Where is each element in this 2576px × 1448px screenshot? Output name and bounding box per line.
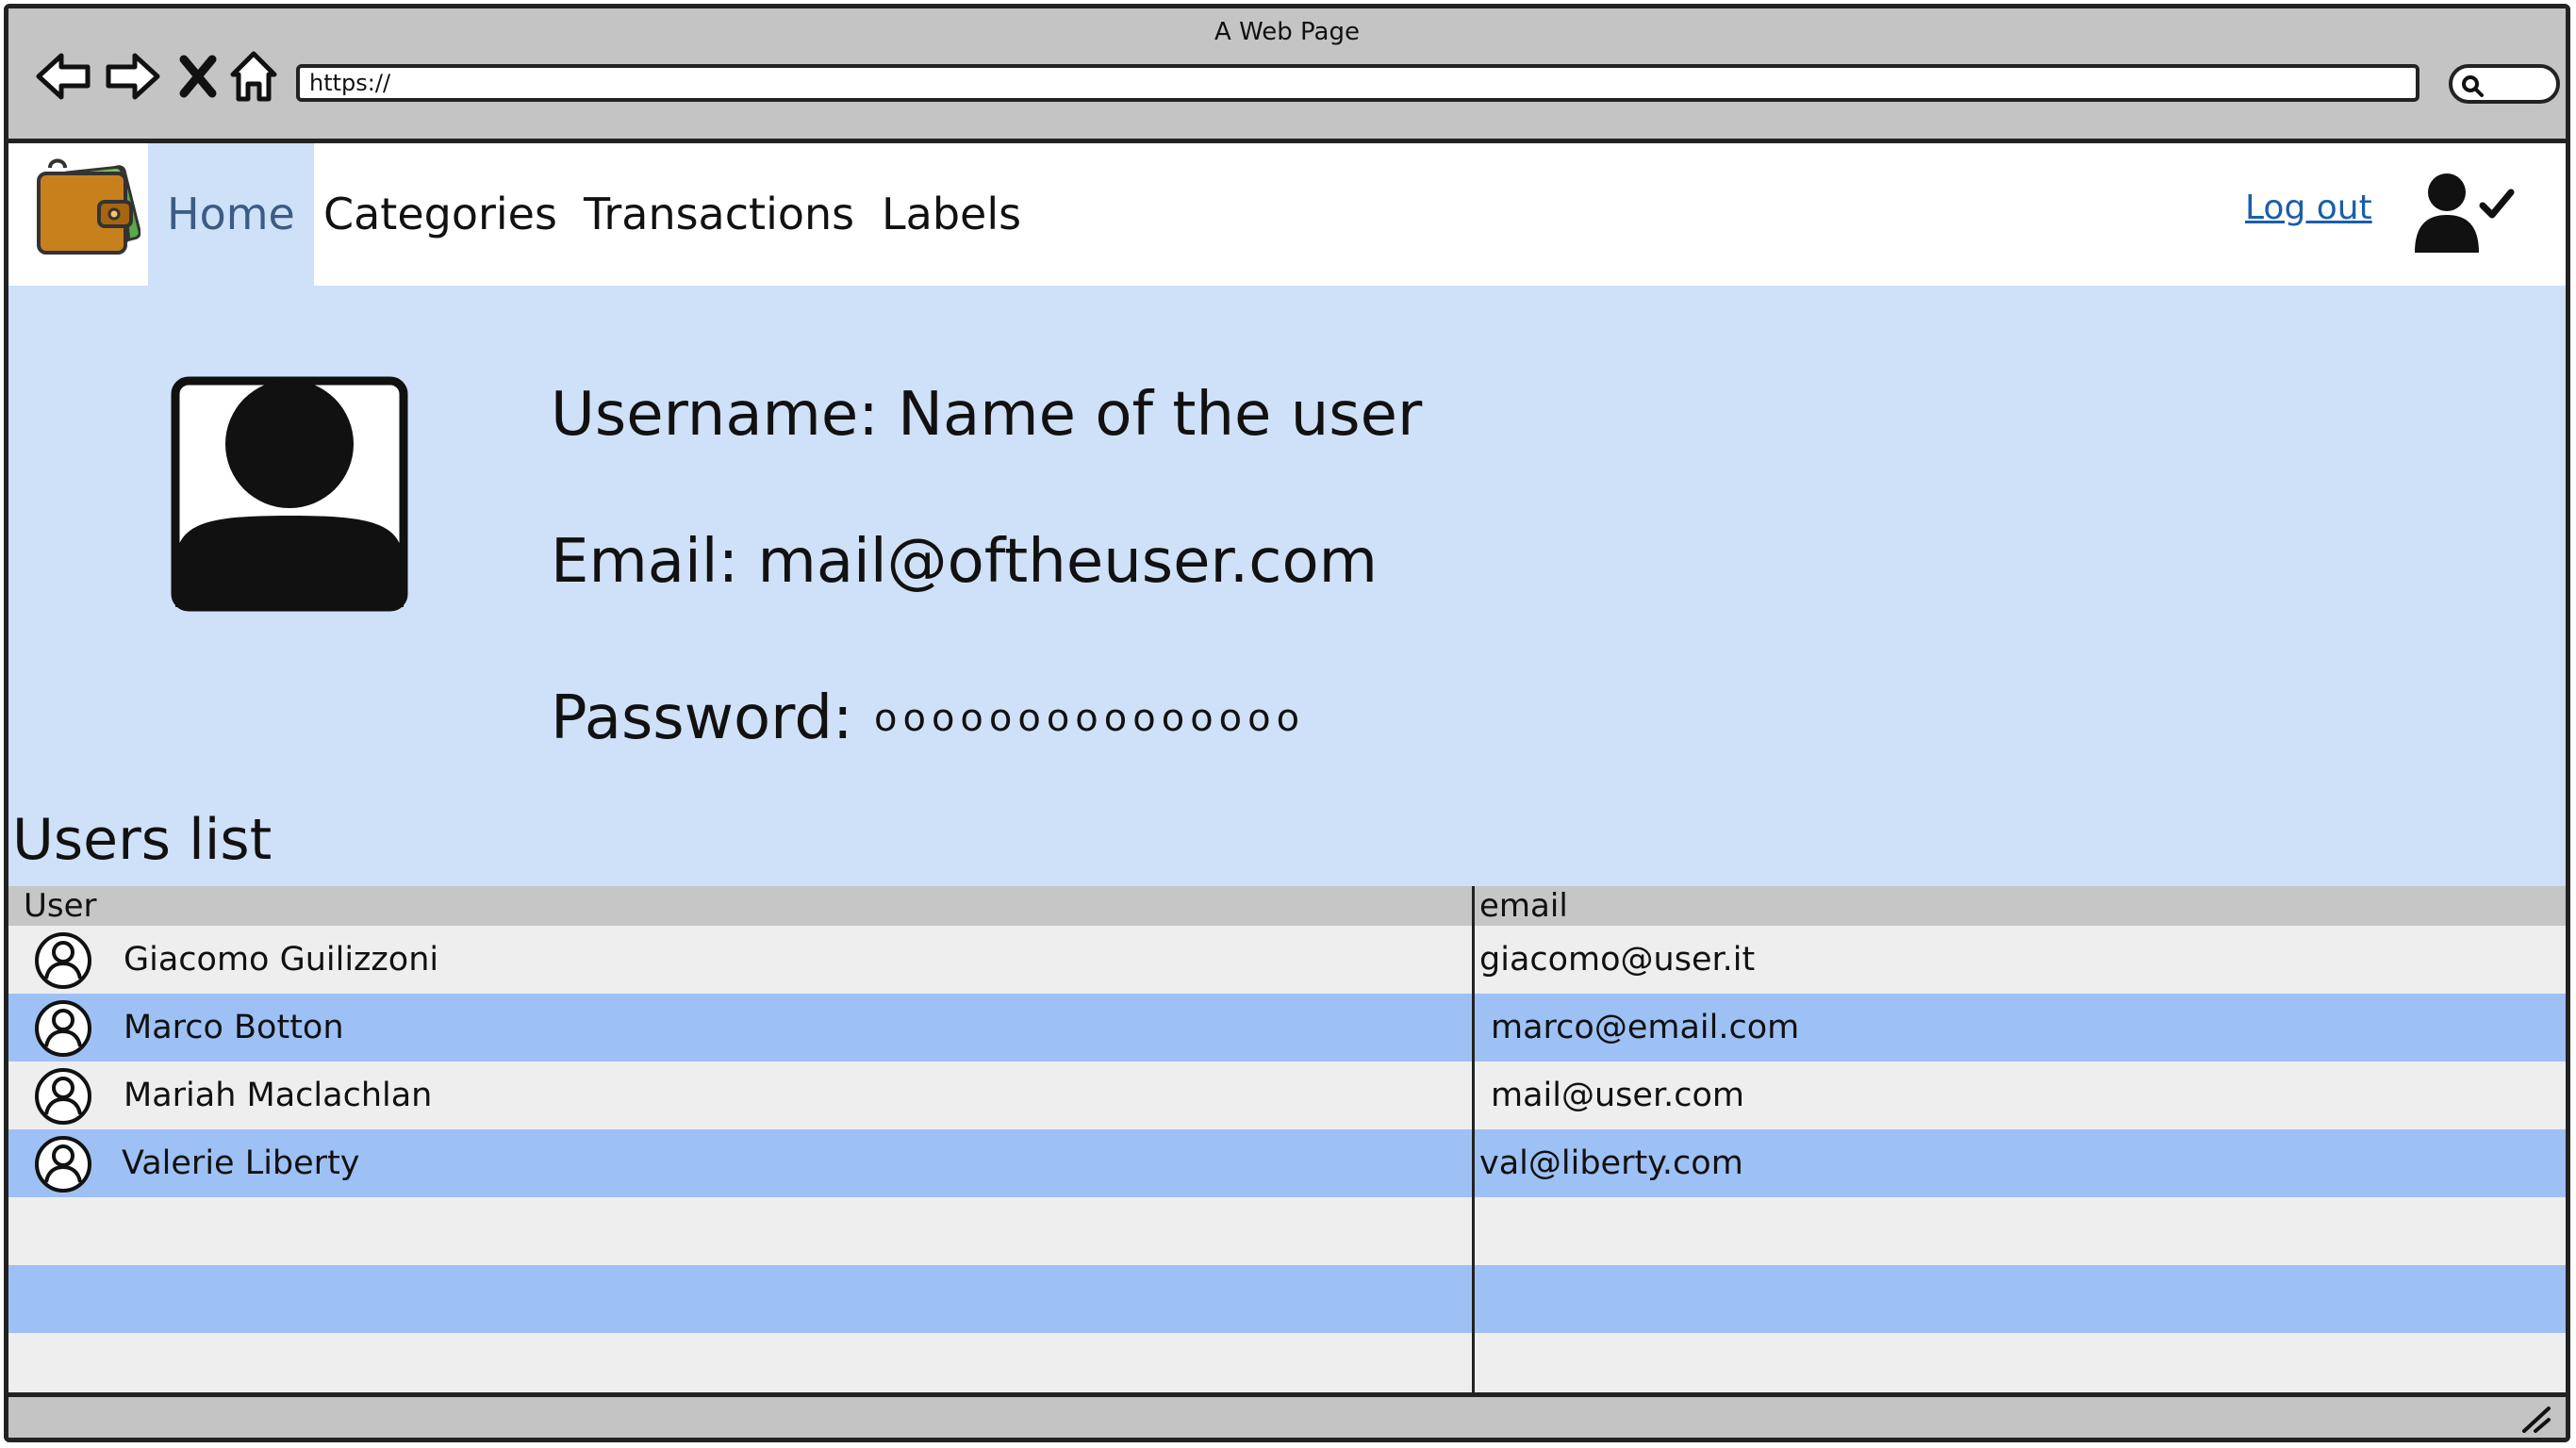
user-email: marco@email.com xyxy=(1491,1009,1800,1046)
column-divider xyxy=(1472,886,1475,1407)
browser-search-field[interactable] xyxy=(2449,64,2560,104)
close-x-icon[interactable] xyxy=(174,46,222,107)
column-header-user[interactable]: User xyxy=(24,886,97,926)
user-email: val@liberty.com xyxy=(1479,1144,1743,1182)
table-row[interactable]: Valerie Liberty val@liberty.com xyxy=(8,1129,2566,1197)
table-row-empty xyxy=(8,1265,2566,1333)
wallet-icon xyxy=(37,158,140,255)
table-row[interactable]: Mariah Maclachlan mail@user.com xyxy=(8,1061,2566,1129)
nav-home[interactable]: Home xyxy=(148,143,314,286)
email-text: Email: mail@oftheuser.com xyxy=(551,527,1378,597)
column-header-email[interactable]: email xyxy=(1479,886,1568,926)
logout-link[interactable]: Log out xyxy=(2245,189,2372,227)
user-check-icon[interactable] xyxy=(2411,172,2517,255)
user-name: Mariah Maclachlan xyxy=(124,1077,433,1114)
user-name: Giacomo Guilizzoni xyxy=(124,941,439,979)
users-table: User email Giacomo Guilizzoni giacomo@us… xyxy=(8,886,2566,1401)
user-email: mail@user.com xyxy=(1491,1077,1744,1114)
password-label: Password: xyxy=(551,683,853,753)
user-name: Valerie Liberty xyxy=(122,1144,360,1182)
browser-toolbar: A Web Page https:// xyxy=(8,8,2566,143)
password-mask: ooooooooooooooo xyxy=(874,697,1306,740)
window-title: A Web Page xyxy=(1214,18,1360,46)
browser-status-bar xyxy=(8,1392,2566,1438)
table-row[interactable]: Marco Botton marco@email.com xyxy=(8,994,2566,1061)
back-arrow-icon[interactable] xyxy=(33,46,93,107)
nav-categories[interactable]: Categories xyxy=(305,143,576,286)
table-row-empty xyxy=(8,1333,2566,1401)
user-avatar-icon xyxy=(35,1000,91,1057)
app-header: Home Categories Transactions Labels Log … xyxy=(8,143,2566,286)
user-email: giacomo@user.it xyxy=(1479,941,1756,979)
resize-grip-icon[interactable] xyxy=(2520,1405,2552,1433)
nav-labels[interactable]: Labels xyxy=(863,143,1040,286)
users-list-title: Users list xyxy=(12,807,272,873)
table-header: User email xyxy=(8,886,2566,926)
url-input[interactable]: https:// xyxy=(296,64,2419,102)
profile-avatar-icon xyxy=(171,376,408,612)
nav-transactions[interactable]: Transactions xyxy=(565,143,873,286)
profile-section: Username: Name of the user Email: mail@o… xyxy=(8,286,2566,887)
user-avatar-icon xyxy=(35,1136,91,1193)
search-icon xyxy=(2462,75,2484,97)
forward-arrow-icon[interactable] xyxy=(103,46,163,107)
user-avatar-icon xyxy=(35,1068,91,1125)
username-text: Username: Name of the user xyxy=(551,380,1423,450)
table-row-empty xyxy=(8,1197,2566,1265)
home-icon[interactable] xyxy=(225,46,282,107)
table-row[interactable]: Giacomo Guilizzoni giacomo@user.it xyxy=(8,926,2566,994)
user-name: Marco Botton xyxy=(124,1009,344,1046)
user-avatar-icon xyxy=(35,932,91,989)
browser-window: A Web Page https:// Home Categories Tran… xyxy=(4,4,2570,1442)
